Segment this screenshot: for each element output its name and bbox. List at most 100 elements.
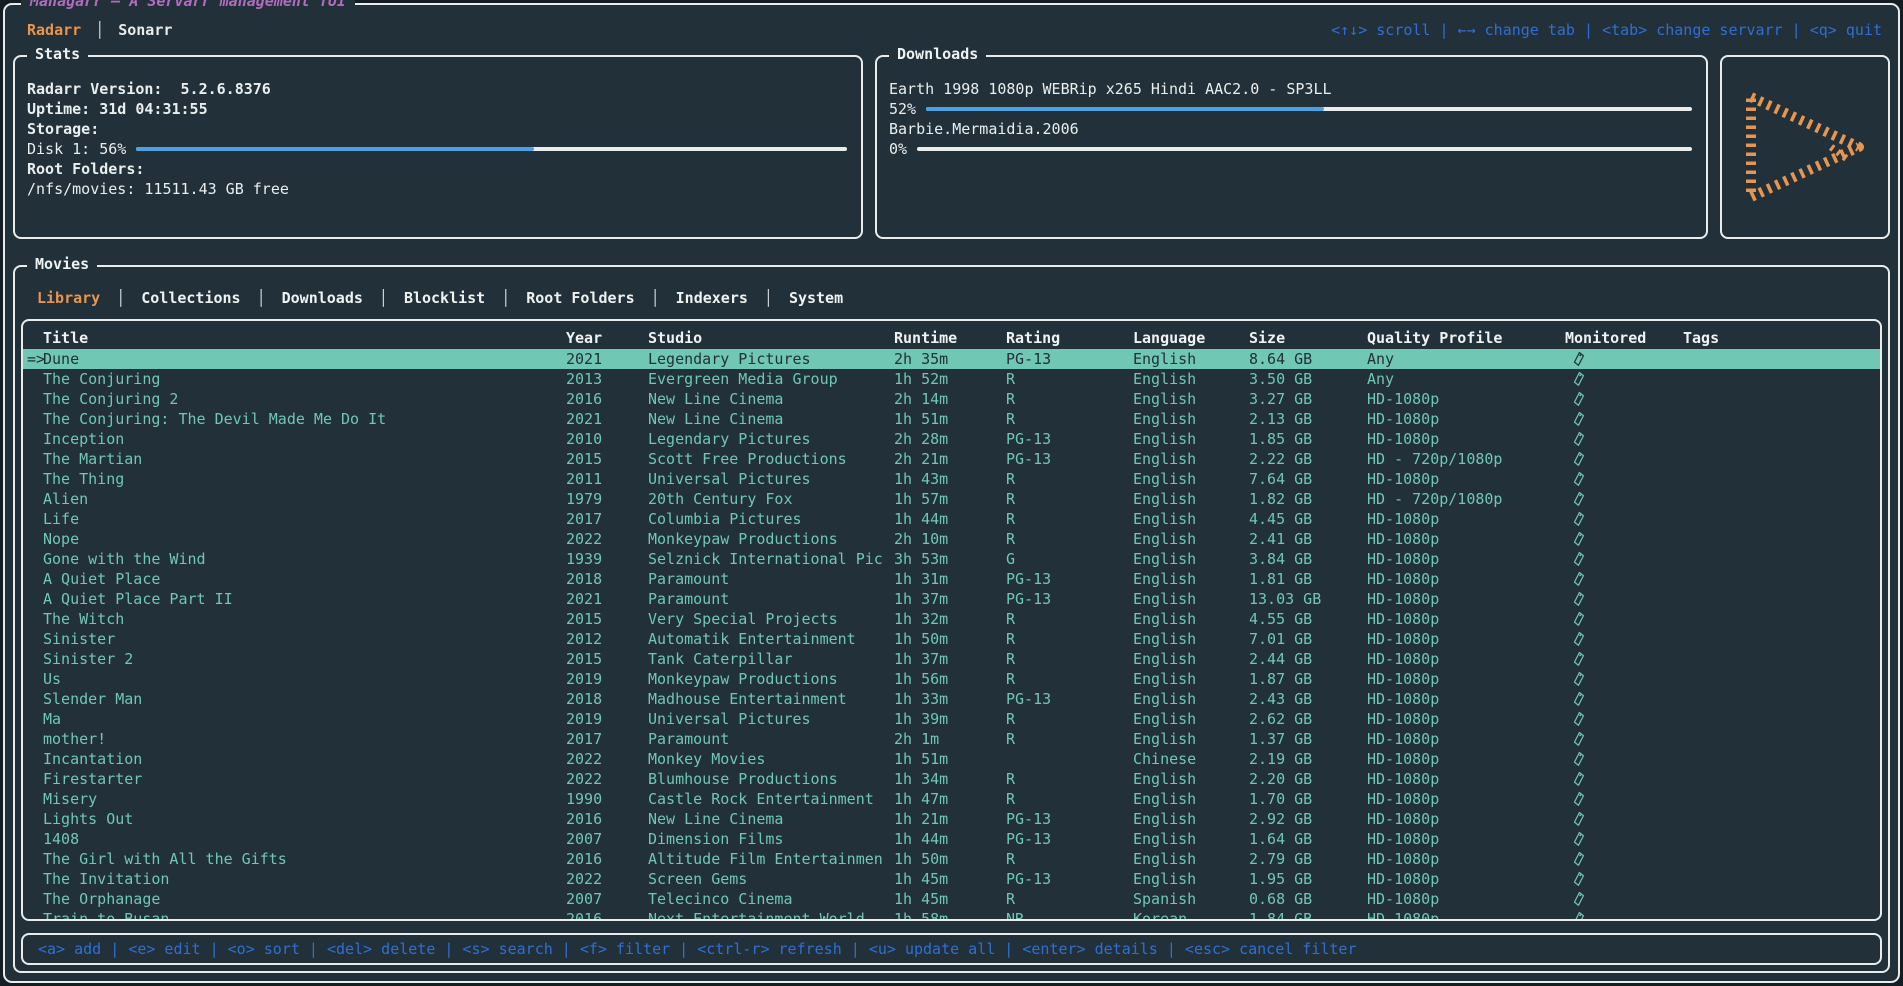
tag-icon [1571, 471, 1585, 487]
movie-quality-profile: HD-1080p [1367, 809, 1565, 829]
movie-runtime: 1h 57m [894, 489, 1006, 509]
tab-separator: │ [116, 289, 125, 307]
movie-tags [1683, 649, 1880, 669]
movie-runtime: 1h 44m [894, 829, 1006, 849]
tab-collections[interactable]: Collections [137, 289, 244, 307]
tab-library[interactable]: Library [33, 289, 104, 307]
movie-runtime: 1h 50m [894, 629, 1006, 649]
table-row[interactable]: Lights Out 2016 New Line Cinema 1h 21m P… [23, 809, 1880, 829]
movie-rating: R [1006, 609, 1133, 629]
table-row[interactable]: 1408 2007 Dimension Films 1h 44m PG-13 E… [23, 829, 1880, 849]
table-row[interactable]: The Conjuring: The Devil Made Me Do It 2… [23, 409, 1880, 429]
movie-studio: Automatik Entertainment [648, 629, 894, 649]
table-row[interactable]: The Conjuring 2 2016 New Line Cinema 2h … [23, 389, 1880, 409]
movie-tags [1683, 509, 1880, 529]
download-item-progress-line: 0% [889, 139, 1694, 159]
storage-label: Storage: [27, 119, 849, 139]
table-row[interactable]: Incantation 2022 Monkey Movies 1h 51m Ch… [23, 749, 1880, 769]
movie-runtime: 1h 58m [894, 909, 1006, 921]
table-row[interactable]: The Orphanage 2007 Telecinco Cinema 1h 4… [23, 889, 1880, 909]
table-row[interactable]: The Witch 2015 Very Special Projects 1h … [23, 609, 1880, 629]
table-row[interactable]: Life 2017 Columbia Pictures 1h 44m R Eng… [23, 509, 1880, 529]
movie-size: 2.44 GB [1249, 649, 1367, 669]
monitored-cell [1565, 709, 1683, 729]
movie-runtime: 1h 47m [894, 789, 1006, 809]
table-row[interactable]: The Thing 2011 Universal Pictures 1h 43m… [23, 469, 1880, 489]
movie-runtime: 2h 28m [894, 429, 1006, 449]
table-row[interactable]: Misery 1990 Castle Rock Entertainment 1h… [23, 789, 1880, 809]
tab-system[interactable]: System [785, 289, 847, 307]
movie-language: English [1133, 489, 1249, 509]
downloads-panel: Downloads Earth 1998 1080p WEBRip x265 H… [875, 55, 1708, 239]
table-row[interactable]: A Quiet Place 2018 Paramount 1h 31m PG-1… [23, 569, 1880, 589]
table-row[interactable]: =>Dune 2021 Legendary Pictures 2h 35m PG… [23, 349, 1880, 369]
movie-year: 2017 [566, 509, 648, 529]
movie-runtime: 1h 56m [894, 669, 1006, 689]
movie-size: 8.64 GB [1249, 349, 1367, 369]
tab-blocklist[interactable]: Blocklist [400, 289, 489, 307]
movie-title: Dune [43, 350, 79, 368]
movie-studio: Madhouse Entertainment [648, 689, 894, 709]
movie-studio: New Line Cinema [648, 409, 894, 429]
movie-tags [1683, 349, 1880, 369]
movie-runtime: 1h 32m [894, 609, 1006, 629]
tag-icon [1571, 851, 1585, 867]
tab-sonarr[interactable]: Sonarr [112, 21, 178, 39]
app-title: Managarr – A Servarr management TUI [21, 0, 355, 10]
table-row[interactable]: Train to Busan 2016 Next Entertainment W… [23, 909, 1880, 921]
movie-tags [1683, 709, 1880, 729]
stats-panel-title: Stats [27, 45, 88, 63]
table-row[interactable]: Inception 2010 Legendary Pictures 2h 28m… [23, 429, 1880, 449]
movie-rating: R [1006, 889, 1133, 909]
movie-runtime: 1h 37m [894, 649, 1006, 669]
movie-studio: Screen Gems [648, 869, 894, 889]
table-row[interactable]: mother! 2017 Paramount 2h 1m R English 1… [23, 729, 1880, 749]
table-row[interactable]: Alien 1979 20th Century Fox 1h 57m R Eng… [23, 489, 1880, 509]
monitored-cell [1565, 389, 1683, 409]
table-row[interactable]: Nope 2022 Monkeypaw Productions 2h 10m R… [23, 529, 1880, 549]
tab-downloads[interactable]: Downloads [278, 289, 367, 307]
movies-panel-title: Movies [27, 255, 97, 273]
movie-size: 1.64 GB [1249, 829, 1367, 849]
monitored-cell [1565, 349, 1683, 369]
tag-icon [1571, 711, 1585, 727]
tab-root-folders[interactable]: Root Folders [522, 289, 638, 307]
movie-runtime: 1h 37m [894, 589, 1006, 609]
tab-indexers[interactable]: Indexers [672, 289, 752, 307]
tag-icon [1571, 731, 1585, 747]
tag-icon [1571, 871, 1585, 887]
managarr-screen: Managarr – A Servarr management TUI Rada… [0, 0, 1903, 986]
table-row[interactable]: Slender Man 2018 Madhouse Entertainment … [23, 689, 1880, 709]
movie-language: English [1133, 469, 1249, 489]
movie-title: mother! [43, 730, 106, 748]
tab-radarr[interactable]: Radarr [21, 21, 87, 39]
table-row[interactable]: A Quiet Place Part II 2021 Paramount 1h … [23, 589, 1880, 609]
movie-year: 2007 [566, 889, 648, 909]
table-row[interactable]: Sinister 2 2015 Tank Caterpillar 1h 37m … [23, 649, 1880, 669]
movie-quality-profile: Any [1367, 369, 1565, 389]
movie-runtime: 1h 34m [894, 769, 1006, 789]
movie-rating: R [1006, 629, 1133, 649]
movie-studio: Castle Rock Entertainment [648, 789, 894, 809]
movie-tags [1683, 869, 1880, 889]
table-row[interactable]: Us 2019 Monkeypaw Productions 1h 56m R E… [23, 669, 1880, 689]
movie-size: 2.79 GB [1249, 849, 1367, 869]
table-row[interactable]: Ma 2019 Universal Pictures 1h 39m R Engl… [23, 709, 1880, 729]
table-row[interactable]: Gone with the Wind 1939 Selznick Interna… [23, 549, 1880, 569]
table-row[interactable]: The Conjuring 2013 Evergreen Media Group… [23, 369, 1880, 389]
table-row[interactable]: The Invitation 2022 Screen Gems 1h 45m P… [23, 869, 1880, 889]
table-row[interactable]: The Martian 2015 Scott Free Productions … [23, 449, 1880, 469]
table-row[interactable]: The Girl with All the Gifts 2016 Altitud… [23, 849, 1880, 869]
radarr-version-line: Radarr Version: 5.2.6.8376 [27, 79, 849, 99]
movie-title: The Invitation [43, 870, 169, 888]
movie-runtime: 1h 45m [894, 889, 1006, 909]
movie-quality-profile: HD-1080p [1367, 609, 1565, 629]
movie-size: 1.87 GB [1249, 669, 1367, 689]
table-row[interactable]: Firestarter 2022 Blumhouse Productions 1… [23, 769, 1880, 789]
monitored-cell [1565, 529, 1683, 549]
top-help-text: <↑↓> scroll | ←→ change tab | <tab> chan… [1331, 21, 1882, 39]
table-row[interactable]: Sinister 2012 Automatik Entertainment 1h… [23, 629, 1880, 649]
movie-quality-profile: HD-1080p [1367, 689, 1565, 709]
tag-icon [1571, 571, 1585, 587]
movie-runtime: 1h 33m [894, 689, 1006, 709]
